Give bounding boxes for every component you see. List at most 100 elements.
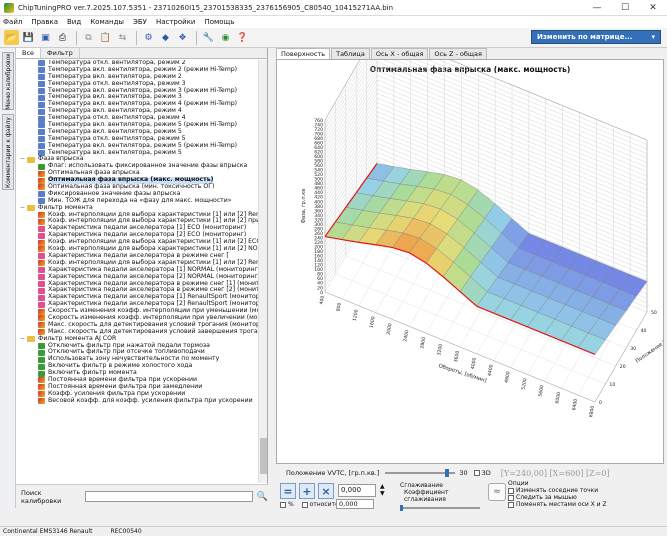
expand-toggle-icon[interactable]: −: [20, 156, 26, 163]
tools-icon[interactable]: 🔧: [201, 30, 216, 45]
help-icon[interactable]: ❓: [235, 30, 250, 45]
search-icon[interactable]: 🔍: [257, 492, 268, 502]
tree-item[interactable]: Весовой коэфф. для коэфф. усиления фильт…: [16, 397, 258, 405]
diamond-arrow-icon[interactable]: ❖: [175, 30, 190, 45]
y-tick-label: 40: [641, 328, 647, 334]
x-tick-label: 2000: [386, 323, 394, 336]
value-input[interactable]: 0,000: [338, 484, 376, 497]
map-3d-icon: [38, 267, 45, 274]
value-spinner[interactable]: ▲ ▼: [380, 483, 390, 497]
checkbox-map-icon: [38, 356, 45, 363]
map-2d-icon: [38, 81, 45, 88]
tab-table[interactable]: Таблица: [331, 48, 370, 59]
close-button[interactable]: ✕: [639, 0, 667, 16]
map-3d-icon: [38, 274, 45, 281]
status-bar: Continental EMS3146 Renault REC00540: [0, 526, 667, 536]
vvt-slider-value: 30: [459, 469, 468, 477]
z-axis-label: Фаза, гр.п.кв: [301, 189, 307, 224]
open-folder-icon[interactable]: 📂: [4, 30, 19, 45]
tab-file-comments[interactable]: Комментарии к файлу: [2, 114, 14, 190]
opt-swap-axes-label: Поменять местами оси X и Z: [516, 501, 607, 508]
copy-icon[interactable]: ⧉: [81, 30, 96, 45]
vvt-slider-thumb[interactable]: [445, 469, 450, 477]
map-3d-icon: [38, 177, 45, 184]
x-tick-label: 5200: [521, 378, 529, 391]
map-2d-icon: [38, 143, 45, 150]
map-2d-icon: [38, 88, 45, 94]
smoothing-slider[interactable]: [400, 505, 480, 511]
tab-axis-x[interactable]: Ось X - общая: [370, 48, 429, 59]
menu-view[interactable]: Вид: [67, 18, 81, 26]
multiply-button[interactable]: ×: [318, 483, 334, 499]
map-3d-icon: [38, 294, 45, 301]
compare-icon[interactable]: ⇆: [115, 30, 130, 45]
tab-calibration-menu[interactable]: Меню калибровок: [2, 52, 14, 110]
x-tick-label: 5600: [537, 385, 545, 398]
smoothing-wave-icon[interactable]: ≈: [488, 483, 506, 501]
surface-chart-area[interactable]: Оптимальная фаза впрыска (макс. мощность…: [276, 29, 667, 464]
chip-icon[interactable]: ⚙: [141, 30, 156, 45]
add-button[interactable]: +: [299, 483, 315, 499]
map-3d-icon: [38, 170, 45, 177]
tree-scrollbar[interactable]: [258, 60, 267, 483]
tab-axis-z[interactable]: Ось Z - общая: [429, 48, 487, 59]
map-change-label: Изменить по матрице...: [537, 33, 633, 41]
relative-checkbox[interactable]: [301, 501, 308, 508]
folder-icon: [27, 205, 35, 212]
save-icon[interactable]: 💾: [21, 30, 36, 45]
map-change-dropdown[interactable]: Изменить по матрице... ▾: [531, 30, 661, 44]
map-3d-icon: [38, 377, 45, 384]
tab-filter[interactable]: Фильтр: [41, 48, 80, 58]
opt-neighbor-points-checkbox[interactable]: [508, 487, 514, 494]
tab-all[interactable]: Все: [16, 48, 42, 58]
minimize-button[interactable]: —: [583, 0, 611, 16]
paste-icon[interactable]: 📋: [98, 30, 113, 45]
cursor-readout: [Y=240,00] [X=600] [Z=0]: [500, 468, 610, 478]
percent-checkbox[interactable]: [280, 501, 286, 508]
status-ecu: Continental EMS3146 Renault: [3, 528, 93, 535]
x-tick-label: 3200: [436, 343, 444, 356]
status-code: REC00540: [110, 528, 142, 535]
menu-bar: Файл Правка Вид Команды ЭБУ Настройки По…: [0, 16, 667, 28]
diamond-icon[interactable]: ◆: [158, 30, 173, 45]
surface-chart[interactable]: Оптимальная фаза впрыска (макс. мощность…: [277, 29, 667, 463]
opt-swap-axes-checkbox[interactable]: [508, 501, 514, 508]
vvt-slider[interactable]: [385, 469, 456, 477]
search-input[interactable]: [85, 491, 253, 502]
x-tick-label: 4800: [504, 371, 512, 384]
map-2d-icon: [38, 101, 45, 108]
checkbox-map-icon: [38, 163, 45, 170]
equals-button[interactable]: =: [280, 483, 296, 499]
menu-commands[interactable]: Команды: [90, 18, 124, 26]
percent-label: %: [288, 501, 294, 508]
chevron-down-icon: ▾: [651, 33, 655, 41]
menu-settings[interactable]: Настройки: [156, 18, 196, 26]
map-3d-icon: [38, 246, 45, 253]
map-3d-icon: [38, 280, 45, 287]
smoothing-title: Сглаживание: [400, 482, 443, 489]
menu-help[interactable]: Помощь: [204, 18, 234, 26]
left-tab-strip: Меню калибровок Комментарии к файлу: [0, 48, 16, 508]
tree-scroll-thumb[interactable]: [260, 438, 267, 474]
view-tabs: Поверхность Таблица Ось X - общая Ось Z …: [273, 48, 667, 59]
print-icon[interactable]: ⎙: [55, 30, 70, 45]
y-tick-label: 0: [599, 400, 602, 406]
expand-toggle-icon[interactable]: −: [20, 204, 26, 212]
save-as-icon[interactable]: ▣: [38, 30, 53, 45]
relative-value-input[interactable]: 0,000: [336, 499, 374, 509]
expand-toggle-icon[interactable]: −: [20, 335, 26, 343]
checkbox-map-icon: [38, 342, 45, 349]
globe-icon[interactable]: ◉: [218, 30, 233, 45]
opt-follow-mouse-checkbox[interactable]: [508, 494, 514, 501]
checkbox-map-icon: [38, 363, 45, 370]
menu-edit[interactable]: Правка: [31, 18, 58, 26]
menu-ecu[interactable]: ЭБУ: [133, 18, 147, 26]
3d-checkbox[interactable]: [473, 470, 480, 476]
folder-icon: [27, 156, 35, 163]
tab-surface[interactable]: Поверхность: [276, 48, 331, 59]
smoothing-slider-thumb[interactable]: [400, 505, 403, 511]
x-tick-label: 6400: [571, 398, 579, 411]
maximize-button[interactable]: ☐: [611, 0, 639, 16]
x-tick-label: 800: [335, 302, 342, 312]
menu-file[interactable]: Файл: [3, 18, 22, 26]
